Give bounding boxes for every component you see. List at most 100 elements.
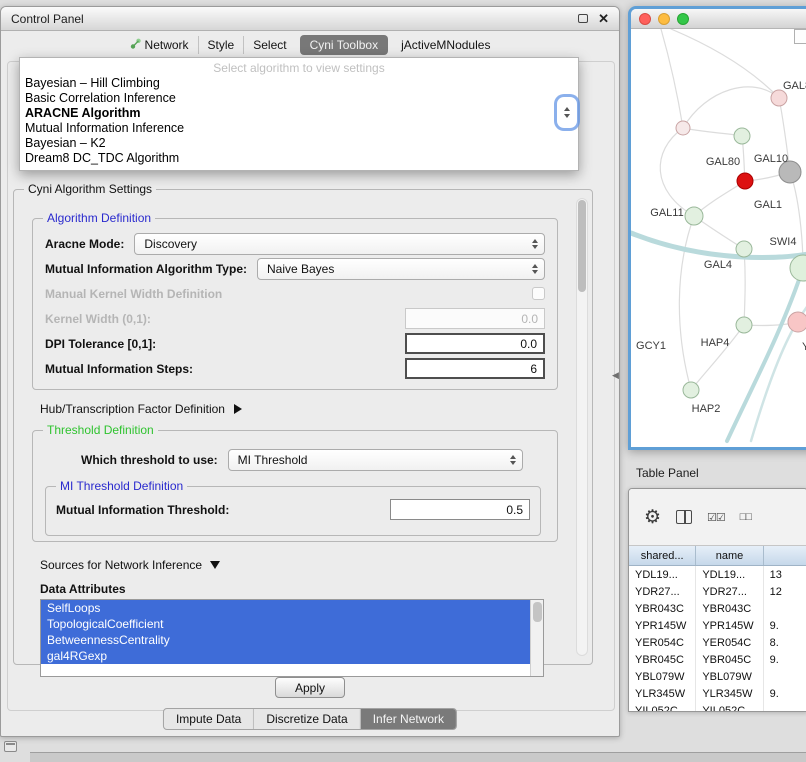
hub-definition-toggle[interactable]: Hub/Transcription Factor Definition — [40, 402, 554, 416]
network-node[interactable] — [788, 312, 806, 332]
table-cell: YLR345W — [629, 685, 696, 702]
list-scrollbar[interactable] — [530, 600, 543, 676]
table-row[interactable]: YPR145WYPR145W9. — [629, 617, 806, 634]
algorithm-definition-group: Algorithm Definition Aracne Mode: Discov… — [32, 218, 558, 390]
tab-cyni-toolbox[interactable]: Cyni Toolbox — [300, 35, 388, 55]
aracne-mode-label: Aracne Mode: — [45, 237, 124, 251]
table-row[interactable]: YBL079WYBL079W — [629, 668, 806, 685]
minimize-traffic-light-icon[interactable] — [658, 13, 670, 25]
close-window-icon[interactable]: ✕ — [598, 12, 609, 25]
algorithm-option[interactable]: Bayesian – Hill Climbing — [20, 76, 578, 91]
table-cell: YER054C — [696, 634, 763, 651]
network-node[interactable] — [736, 317, 752, 333]
table-row[interactable]: YER054CYER054C8. — [629, 634, 806, 651]
network-window-titlebar[interactable] — [631, 9, 806, 29]
network-edge — [683, 128, 742, 136]
tab-style[interactable]: Style — [198, 36, 244, 54]
table-row[interactable]: YBR043CYBR043C — [629, 600, 806, 617]
node-label: GAL11 — [650, 207, 683, 219]
table-cell — [764, 702, 806, 712]
table-row[interactable]: YDL19...YDL19...13 — [629, 566, 806, 583]
apply-button[interactable]: Apply — [275, 677, 345, 698]
network-node[interactable] — [683, 382, 699, 398]
aracne-mode-combo[interactable]: Discovery — [134, 233, 545, 255]
bottom-tab-impute-data[interactable]: Impute Data — [164, 709, 253, 729]
mi-type-combo[interactable]: Naive Bayes — [257, 258, 545, 280]
network-node[interactable] — [685, 207, 703, 225]
scroll-up-button[interactable] — [794, 29, 806, 44]
algorithm-popup: Select algorithm to view settings Bayesi… — [19, 57, 579, 171]
network-node[interactable] — [737, 173, 753, 189]
table-body: YDL19...YDL19...13YDR27...YDR27...12YBR0… — [629, 566, 806, 712]
attribute-item[interactable]: gal4RGexp — [41, 648, 530, 664]
table-cell: 13 — [764, 566, 806, 583]
dpi-tolerance-input[interactable]: 0.0 — [405, 333, 545, 354]
attribute-item[interactable]: SelfLoops — [41, 600, 530, 616]
algorithm-option[interactable]: Dream8 DC_TDC Algorithm — [20, 151, 578, 166]
table-cell: 12 — [764, 583, 806, 600]
mi-threshold-input[interactable]: 0.5 — [390, 499, 530, 520]
column-header[interactable]: name — [696, 546, 763, 565]
columns-icon[interactable] — [676, 510, 692, 524]
mi-threshold-group-title: MI Threshold Definition — [56, 479, 187, 493]
tab-network[interactable]: Network — [121, 36, 198, 54]
manual-kernel-checkbox[interactable] — [532, 287, 545, 300]
settings-content: Algorithm Definition Aracne Mode: Discov… — [14, 190, 592, 677]
column-header[interactable]: shared... — [629, 546, 696, 565]
control-panel-titlebar[interactable]: Control Panel ✕ — [1, 7, 619, 31]
gear-icon[interactable]: ⚙ — [644, 508, 661, 527]
attribute-item[interactable]: TopologicalCoefficient — [41, 616, 530, 632]
close-traffic-light-icon[interactable] — [639, 13, 651, 25]
zoom-traffic-light-icon[interactable] — [677, 13, 689, 25]
network-node[interactable] — [676, 121, 690, 135]
control-panel-window: Control Panel ✕ NetworkStyle Select Cyni T… — [0, 6, 620, 737]
data-attributes-label: Data Attributes — [40, 582, 564, 596]
combo-arrows-icon — [510, 455, 516, 465]
network-edge — [744, 249, 745, 325]
minimized-window-icon[interactable] — [4, 741, 17, 752]
select-all-checks-icon[interactable]: ☑☑ — [707, 511, 725, 524]
column-header[interactable] — [764, 546, 806, 565]
table-row[interactable]: YDR27...YDR27...12 — [629, 583, 806, 600]
network-canvas[interactable]: GAL8GAL80GAL10GAL11GAL1SWI4GAL4GCY1HAP4H… — [631, 29, 806, 446]
tab-label: jActiveMNodules — [401, 38, 490, 52]
table-cell: YBR045C — [629, 651, 696, 668]
table-row[interactable]: YBR045CYBR045C9. — [629, 651, 806, 668]
network-svg: GAL8GAL80GAL10GAL11GAL1SWI4GAL4GCY1HAP4H… — [631, 29, 806, 450]
table-row[interactable]: YLR345WYLR345W9. — [629, 685, 806, 702]
bottom-tab-infer-network[interactable]: Infer Network — [360, 709, 456, 729]
table-row[interactable]: YIL052CYIL052C — [629, 702, 806, 712]
settings-scrollbar[interactable] — [576, 198, 588, 656]
desktop: Control Panel ✕ NetworkStyle Select Cyni T… — [0, 0, 806, 762]
settings-group-title: Cyni Algorithm Settings — [24, 182, 156, 196]
float-window-icon[interactable] — [578, 14, 588, 23]
attribute-item[interactable]: BetweennessCentrality — [41, 632, 530, 648]
network-node[interactable] — [736, 241, 752, 257]
network-node[interactable] — [790, 255, 806, 281]
mi-steps-row: Mutual Information Steps: 6 — [45, 356, 545, 381]
network-node[interactable] — [734, 128, 750, 144]
table-cell: YDL19... — [629, 566, 696, 583]
algorithm-option[interactable]: Bayesian – K2 — [20, 136, 578, 151]
tab-label: Select — [253, 38, 286, 52]
deselect-all-checks-icon[interactable]: □□ — [740, 511, 751, 523]
scrollbar-thumb[interactable] — [578, 200, 586, 292]
combo-arrows-icon — [532, 264, 538, 274]
panel-collapse-icon[interactable]: ◀ — [612, 370, 619, 381]
network-node[interactable] — [771, 90, 787, 106]
table-cell: 9. — [764, 685, 806, 702]
tab-select[interactable]: Select — [243, 36, 295, 54]
algorithm-combo-arrows[interactable] — [557, 97, 577, 128]
algorithm-option[interactable]: ARACNE Algorithm — [20, 106, 578, 121]
tab-jactivemnodules[interactable]: jActiveMNodules — [392, 36, 499, 54]
algorithm-option[interactable]: Basic Correlation Inference — [20, 91, 578, 106]
bottom-tab-discretize-data[interactable]: Discretize Data — [253, 709, 359, 729]
table-cell — [764, 668, 806, 685]
sources-toggle[interactable]: Sources for Network Inference — [40, 558, 554, 572]
algorithm-option[interactable]: Mutual Information Inference — [20, 121, 578, 136]
mi-steps-input[interactable]: 6 — [405, 358, 545, 379]
which-threshold-combo[interactable]: MI Threshold — [228, 449, 523, 471]
table-toolbar: ⚙ ☑☑ □□ — [629, 489, 806, 545]
data-attributes-list[interactable]: SelfLoopsTopologicalCoefficientBetweenne… — [40, 599, 544, 677]
scrollbar-thumb[interactable] — [533, 602, 542, 622]
